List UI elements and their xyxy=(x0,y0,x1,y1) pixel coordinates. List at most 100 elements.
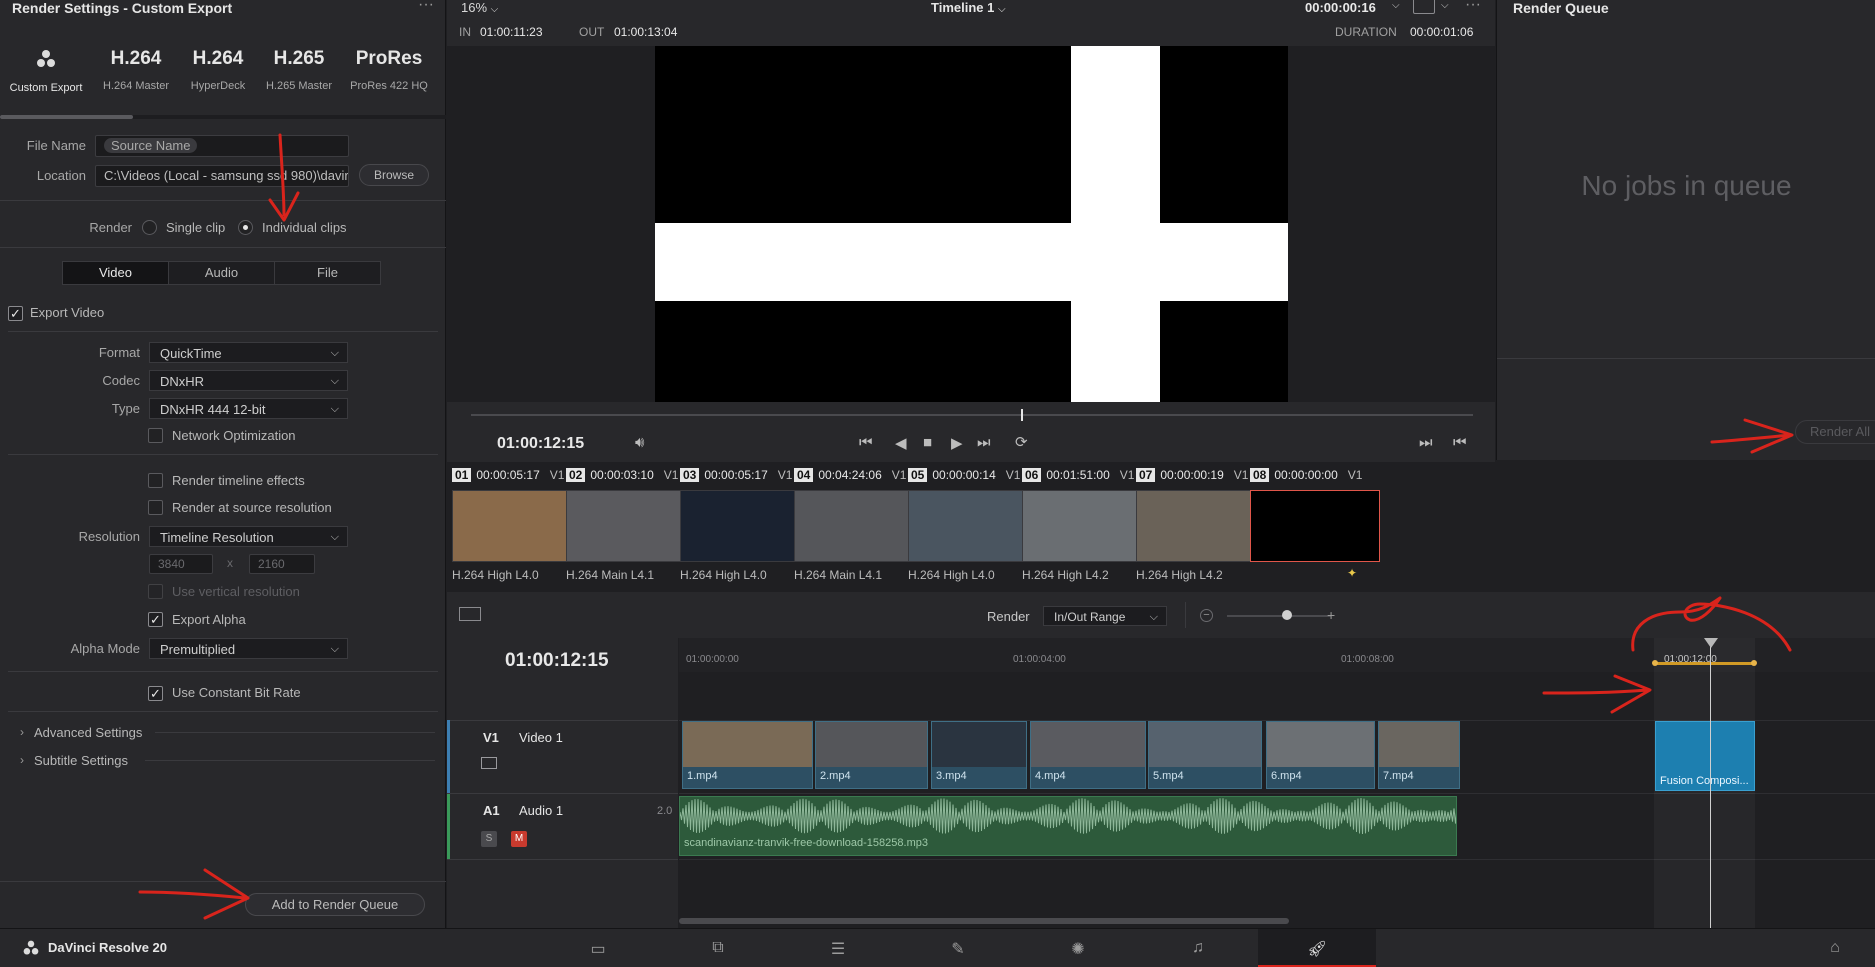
clip-thumbnail[interactable] xyxy=(794,490,924,562)
out-point-handle[interactable] xyxy=(1751,660,1757,666)
export-video-checkbox[interactable]: ✓ xyxy=(8,306,23,321)
color-page-icon[interactable]: ✺ xyxy=(1063,939,1093,959)
video-clip[interactable]: 6.mp4 xyxy=(1266,721,1375,789)
scrubber-playhead[interactable] xyxy=(1021,409,1023,421)
scrubber-track[interactable] xyxy=(471,414,1473,416)
chevron-down-icon[interactable]: ⌵ xyxy=(1392,0,1400,11)
audio-clip[interactable]: scandinavianz-tranvik-free-download-1582… xyxy=(679,796,1457,856)
media-page-icon[interactable]: ▭ xyxy=(583,939,613,959)
loop-icon[interactable]: ⟳ xyxy=(1015,433,1028,451)
play-icon[interactable]: ▶︎ xyxy=(951,434,963,452)
browse-button[interactable]: Browse xyxy=(359,164,429,186)
timeline-scrollbar[interactable] xyxy=(679,918,1289,924)
deliver-page-icon[interactable]: 🚀︎ xyxy=(1302,939,1332,959)
zoom-slider-handle[interactable] xyxy=(1282,610,1292,620)
preset-prores[interactable]: ProRes ProRes 422 HQ xyxy=(345,48,433,92)
solo-button[interactable]: S xyxy=(481,831,497,847)
render-range-dropdown[interactable]: In/Out Range ⌵ xyxy=(1043,606,1167,626)
home-icon[interactable]: ⌂ xyxy=(1820,939,1850,957)
video-clip[interactable]: 1.mp4 xyxy=(682,721,813,789)
a1-name[interactable]: Audio 1 xyxy=(519,803,563,818)
clip-thumbnail[interactable] xyxy=(566,490,696,562)
render-source-res-checkbox[interactable] xyxy=(148,500,163,515)
edit-page-icon[interactable]: ☰ xyxy=(823,939,853,959)
zoom-in-icon[interactable]: + xyxy=(1327,607,1335,623)
video-clip[interactable]: 3.mp4 xyxy=(931,721,1027,789)
subtitle-settings-toggle[interactable]: Subtitle Settings xyxy=(34,753,128,768)
preset-custom-export[interactable]: Custom Export xyxy=(6,48,86,94)
res-width-field[interactable]: 3840 xyxy=(149,554,213,574)
resolution-dropdown[interactable]: Timeline Resolution ⌵ xyxy=(149,526,348,547)
more-options-icon[interactable]: ··· xyxy=(1465,0,1481,14)
go-to-start-icon[interactable]: ⏮︎ xyxy=(859,434,873,451)
clip-thumbnail[interactable] xyxy=(680,490,810,562)
reverse-icon[interactable]: ◀︎ xyxy=(895,434,907,452)
res-height-field[interactable]: 2160 xyxy=(249,554,315,574)
more-options-icon[interactable]: ··· xyxy=(418,0,434,14)
previous-clip-icon[interactable]: ⏮︎ xyxy=(1453,434,1467,451)
video-clip[interactable]: 7.mp4 xyxy=(1378,721,1460,789)
zoom-slider-track[interactable] xyxy=(1227,615,1331,617)
stop-icon[interactable]: ■ xyxy=(923,434,932,451)
tab-video[interactable]: Video xyxy=(62,261,169,285)
resolve-logo-icon xyxy=(23,940,39,955)
tab-file[interactable]: File xyxy=(274,261,381,285)
v1-name[interactable]: Video 1 xyxy=(519,730,563,745)
export-alpha-checkbox[interactable]: ✓ xyxy=(148,612,163,627)
location-field[interactable]: C:\Videos (Local - samsung ssd 980)\davi… xyxy=(95,165,349,187)
clip-duration: 00:00:00:14 xyxy=(932,468,996,482)
network-optimization-checkbox[interactable] xyxy=(148,428,163,443)
individual-clips-radio[interactable] xyxy=(238,220,253,235)
viewer-mode-icon[interactable] xyxy=(1413,0,1435,14)
timeline-name-dropdown[interactable]: Timeline 1 ⌵ xyxy=(931,0,1006,15)
cut-page-icon[interactable]: ⧉ xyxy=(703,939,733,957)
advanced-settings-toggle[interactable]: Advanced Settings xyxy=(34,725,142,740)
alpha-mode-dropdown[interactable]: Premultiplied ⌵ xyxy=(149,638,348,659)
constant-bitrate-checkbox[interactable]: ✓ xyxy=(148,686,163,701)
next-clip-icon[interactable]: ⏭︎ xyxy=(1419,434,1433,451)
clip-thumbnail[interactable] xyxy=(452,490,582,562)
mute-button[interactable]: M xyxy=(511,831,527,847)
film-strip-icon[interactable] xyxy=(481,757,497,769)
render-all-button[interactable]: Render All xyxy=(1795,420,1875,444)
clip-track: V1 xyxy=(891,468,907,482)
video-clip[interactable]: 4.mp4 xyxy=(1030,721,1146,789)
file-name-field[interactable]: Source Name xyxy=(95,135,349,157)
fairlight-page-icon[interactable]: ♫ xyxy=(1183,939,1213,957)
viewer-frame[interactable] xyxy=(655,46,1288,402)
preset-hyperdeck[interactable]: H.264 HyperDeck xyxy=(178,48,258,92)
type-dropdown[interactable]: DNxHR 444 12-bit ⌵ xyxy=(149,398,348,419)
render-timeline-effects-checkbox[interactable] xyxy=(148,473,163,488)
video-clip[interactable]: 2.mp4 xyxy=(815,721,928,789)
preset-h265-master[interactable]: H.265 H.265 Master xyxy=(259,48,339,92)
video-clip-name: 1.mp4 xyxy=(687,770,718,782)
viewer-timecode[interactable]: 00:00:00:16 xyxy=(1305,0,1376,15)
audio-waveform xyxy=(680,797,1456,835)
single-clip-radio[interactable] xyxy=(142,220,157,235)
zoom-dropdown[interactable]: 16% ⌵ xyxy=(461,0,498,15)
clip-thumbnail[interactable] xyxy=(1136,490,1266,562)
tab-audio[interactable]: Audio xyxy=(168,261,275,285)
timeline-options-icon[interactable] xyxy=(459,607,481,621)
format-dropdown[interactable]: QuickTime ⌵ xyxy=(149,342,348,363)
add-to-render-queue-button[interactable]: Add to Render Queue xyxy=(245,893,425,916)
fusion-page-icon[interactable]: ✎ xyxy=(943,939,973,959)
timeline-playhead[interactable] xyxy=(1710,638,1711,928)
preset-scrollbar[interactable] xyxy=(0,115,446,119)
go-to-end-icon[interactable]: ⏭︎ xyxy=(977,434,991,451)
clip-duration: 00:01:51:00 xyxy=(1046,468,1110,482)
fusion-clip[interactable]: Fusion Composi... xyxy=(1655,721,1755,791)
preset-h264-master[interactable]: H.264 H.264 Master xyxy=(96,48,176,92)
codec-dropdown[interactable]: DNxHR ⌵ xyxy=(149,370,348,391)
clip-header: 03 00:00:05:17 V1 xyxy=(680,468,792,482)
video-clip[interactable]: 5.mp4 xyxy=(1148,721,1262,789)
chevron-down-icon[interactable]: ⌵ xyxy=(1441,0,1449,11)
clip-thumbnail[interactable] xyxy=(1022,490,1152,562)
volume-icon[interactable]: 🔊︎ xyxy=(635,434,644,451)
zoom-out-icon[interactable]: − xyxy=(1200,609,1213,622)
use-vertical-checkbox[interactable] xyxy=(148,584,163,599)
clip-thumbnail[interactable] xyxy=(1250,490,1380,562)
clip-thumbnail[interactable] xyxy=(908,490,1038,562)
playhead-marker[interactable] xyxy=(1704,638,1718,648)
in-point-handle[interactable] xyxy=(1652,660,1658,666)
